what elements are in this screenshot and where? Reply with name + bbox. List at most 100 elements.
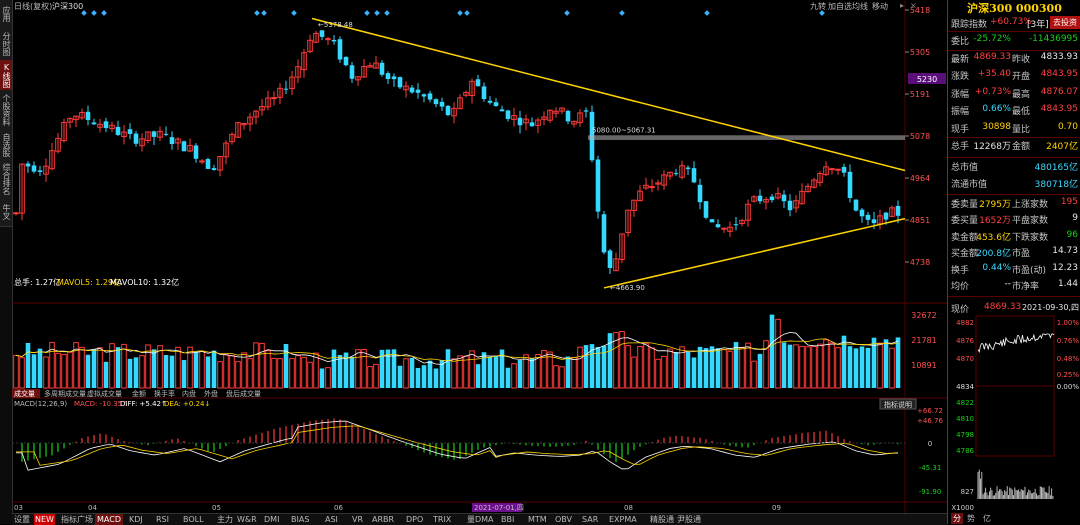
candle-down[interactable] (475, 79, 481, 87)
indicator-tab[interactable]: EXPMA (609, 514, 637, 525)
event-marker-icon[interactable] (619, 10, 625, 16)
candle-up[interactable] (649, 186, 655, 189)
candle-down[interactable] (433, 99, 439, 105)
candle-down[interactable] (133, 133, 139, 144)
indicator-tab[interactable]: 设置 (14, 514, 30, 525)
indicator-tab[interactable]: NEW (34, 514, 55, 525)
candle-down[interactable] (31, 165, 37, 172)
candle-down[interactable] (757, 195, 763, 202)
candle-down[interactable] (91, 122, 97, 125)
candle-down[interactable] (733, 224, 739, 226)
candle-down[interactable] (565, 110, 571, 122)
indicator-tab[interactable]: ASI (325, 514, 338, 525)
candle-down[interactable] (505, 110, 511, 119)
candle-down[interactable] (493, 102, 499, 107)
left-nav-item[interactable]: 自选股 (0, 130, 12, 161)
candle-down[interactable] (787, 200, 793, 211)
candle-down[interactable] (499, 109, 505, 112)
indicator-tab[interactable]: DPO (406, 514, 423, 525)
candle-up[interactable] (835, 168, 841, 171)
event-marker-icon[interactable] (384, 10, 390, 16)
candle-down[interactable] (715, 224, 721, 228)
candle-down[interactable] (697, 184, 703, 203)
candle-down[interactable] (607, 250, 613, 269)
candle-down[interactable] (517, 117, 523, 126)
candle-down[interactable] (115, 126, 121, 135)
candle-down[interactable] (205, 159, 211, 169)
candle-down[interactable] (169, 137, 175, 145)
volume-tab[interactable]: 换手率 (154, 389, 175, 398)
candle-down[interactable] (343, 56, 349, 66)
candle-up[interactable] (199, 160, 205, 163)
volume-tab[interactable]: 成交量 (14, 389, 35, 398)
volume-tab[interactable]: 多周期成交量 (44, 389, 86, 398)
candle-up[interactable] (325, 38, 331, 41)
menu-icon[interactable]: ▸ (900, 1, 904, 10)
candle-down[interactable] (211, 168, 217, 170)
candle-down[interactable] (379, 62, 385, 75)
candle-down[interactable] (865, 214, 871, 220)
candle-up[interactable] (721, 227, 727, 230)
indicator-tab[interactable]: DMI (264, 514, 279, 525)
event-marker-icon[interactable] (704, 10, 710, 16)
event-marker-icon[interactable] (261, 10, 267, 16)
candle-down[interactable] (385, 73, 391, 80)
candle-down[interactable] (529, 122, 535, 127)
candle-down[interactable] (487, 100, 493, 103)
period-label[interactable]: 日线(复权) (14, 1, 52, 12)
price-zone-band[interactable] (588, 135, 905, 140)
kline-chart[interactable]: 541853055191507849644851473852305080.00~… (12, 0, 947, 513)
candle-down[interactable] (595, 159, 601, 212)
candle-down[interactable] (37, 170, 43, 172)
indicator-tab[interactable]: BBI (501, 514, 514, 525)
candle-down[interactable] (331, 39, 337, 42)
candle-down[interactable] (127, 129, 133, 134)
candle-down[interactable] (193, 145, 199, 159)
candle-down[interactable] (859, 209, 865, 217)
panel-tab[interactable]: 亿 (983, 513, 991, 524)
candle-down[interactable] (25, 163, 31, 167)
indicator-tab[interactable]: OBV (555, 514, 572, 525)
panel-tab[interactable]: 分 (951, 513, 963, 524)
candle-up[interactable] (271, 97, 277, 100)
toolbar-button[interactable]: 均线 (852, 1, 868, 12)
indicator-tab[interactable]: BOLL (183, 514, 204, 525)
indicator-tab[interactable]: 精股通 (650, 514, 674, 525)
candle-down[interactable] (883, 212, 889, 220)
candle-down[interactable] (427, 93, 433, 100)
volume-tab[interactable]: 外盘 (204, 389, 218, 398)
candle-down[interactable] (841, 166, 847, 173)
candle-down[interactable] (601, 214, 607, 253)
event-marker-icon[interactable] (91, 10, 97, 16)
volume-tab[interactable]: 虚拟成交量 (87, 389, 122, 398)
candle-down[interactable] (871, 219, 877, 224)
indicator-tab[interactable]: ARBR (372, 514, 394, 525)
indicator-tab[interactable]: RSI (156, 514, 169, 525)
candle-down[interactable] (151, 131, 157, 137)
candle-down[interactable] (409, 87, 415, 93)
indicator-tab[interactable]: 尹股通 (677, 514, 701, 525)
toolbar-button[interactable]: 加自选 (828, 1, 852, 12)
event-marker-icon[interactable] (254, 10, 260, 16)
indicator-tab[interactable]: 主力 (217, 514, 233, 525)
candle-down[interactable] (781, 194, 787, 202)
candle-down[interactable] (85, 111, 91, 121)
event-marker-icon[interactable] (291, 10, 297, 16)
close-icon[interactable]: × (910, 1, 917, 10)
candle-down[interactable] (853, 199, 859, 211)
indicator-tab[interactable]: VR (352, 514, 363, 525)
candle-down[interactable] (769, 196, 775, 201)
candle-down[interactable] (337, 39, 343, 60)
indicator-tab[interactable]: TRIX (433, 514, 451, 525)
lower-trendline[interactable] (603, 217, 906, 289)
candle-down[interactable] (445, 105, 451, 116)
volume-tab[interactable]: 金额 (132, 389, 146, 398)
event-marker-icon[interactable] (374, 10, 380, 16)
panel-tab[interactable]: 势 (967, 513, 975, 524)
intraday-mini-chart[interactable]: 4882 4876 4870 4834 4822 4810 4798 4786 1.00% 0.7… (948, 314, 1080, 524)
indicator-tab[interactable]: MTM (528, 514, 547, 525)
candle-down[interactable] (415, 89, 421, 93)
candle-down[interactable] (421, 94, 427, 97)
indicator-tab[interactable]: SAR (582, 514, 598, 525)
event-marker-icon[interactable] (364, 10, 370, 16)
